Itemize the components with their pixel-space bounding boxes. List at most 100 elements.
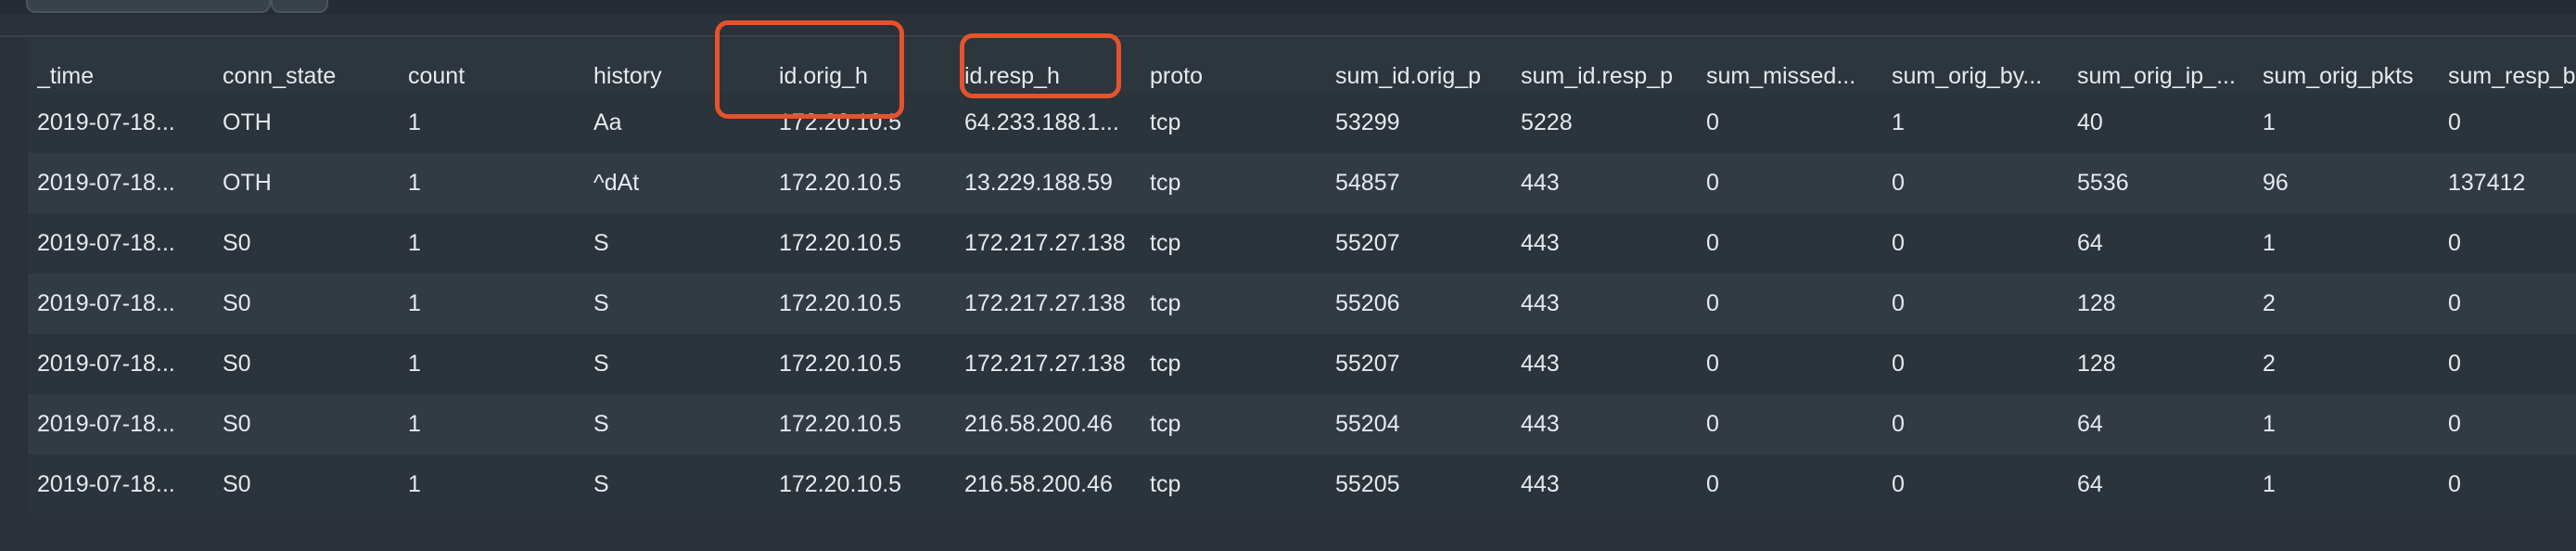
column-header-proto[interactable]: proto xyxy=(1150,37,1326,91)
cell-sum-orig-pkts: 1 xyxy=(2263,109,2276,135)
cell-sum-orig-bytes: 0 xyxy=(1892,290,1905,316)
cell-sum-id-orig-p: 55207 xyxy=(1335,351,1400,377)
cell-sum-id-orig-p: 54857 xyxy=(1335,170,1400,196)
cell-count: 1 xyxy=(408,290,421,316)
cell-id-orig-h: 172.20.10.5 xyxy=(779,230,902,256)
table-row[interactable]: 2019-07-18... S0 1 S 172.20.10.5 172.217… xyxy=(28,213,2576,274)
table-row[interactable]: 2019-07-18... S0 1 S 172.20.10.5 172.217… xyxy=(28,334,2576,394)
toolbar-dropdown-button[interactable] xyxy=(271,0,328,13)
table-row[interactable]: 2019-07-18... S0 1 S 172.20.10.5 216.58.… xyxy=(28,455,2576,515)
cell-sum-missed: 0 xyxy=(1706,230,1719,256)
table-row[interactable]: 2019-07-18... S0 1 S 172.20.10.5 172.217… xyxy=(28,274,2576,334)
cell-id-resp-h: 216.58.200.46 xyxy=(964,471,1113,497)
column-header-sum-orig-ip[interactable]: sum_orig_ip_... xyxy=(2077,37,2253,91)
cell-conn-state: S0 xyxy=(223,230,251,256)
table-footer xyxy=(28,514,2576,551)
highlight-box-id-resp-h xyxy=(960,33,1121,98)
cell-conn-state: S0 xyxy=(223,290,251,316)
cell-sum-orig-pkts: 2 xyxy=(2263,351,2276,377)
cell-sum-missed: 0 xyxy=(1706,411,1719,437)
cell-sum-resp-b: 0 xyxy=(2448,411,2461,437)
column-header-sum-missed[interactable]: sum_missed... xyxy=(1706,37,1882,91)
column-header-time[interactable]: _time xyxy=(37,37,213,91)
cell-sum-id-resp-p: 443 xyxy=(1521,411,1560,437)
column-header-sum-id-orig-p[interactable]: sum_id.orig_p xyxy=(1335,37,1511,91)
cell-id-resp-h: 13.229.188.59 xyxy=(964,170,1113,196)
cell-proto: tcp xyxy=(1150,351,1181,377)
cell-time: 2019-07-18... xyxy=(37,230,175,256)
cell-sum-resp-b: 0 xyxy=(2448,351,2461,377)
cell-sum-id-orig-p: 55205 xyxy=(1335,471,1400,497)
cell-id-orig-h: 172.20.10.5 xyxy=(779,411,902,437)
cell-proto: tcp xyxy=(1150,471,1181,497)
cell-time: 2019-07-18... xyxy=(37,411,175,437)
cell-id-orig-h: 172.20.10.5 xyxy=(779,290,902,316)
cell-sum-id-resp-p: 443 xyxy=(1521,471,1560,497)
cell-id-resp-h: 172.217.27.138 xyxy=(964,230,1126,256)
cell-sum-resp-b: 0 xyxy=(2448,290,2461,316)
column-header-count[interactable]: count xyxy=(408,37,584,91)
column-header-sum-orig-pkts[interactable]: sum_orig_pkts xyxy=(2263,37,2439,91)
cell-sum-orig-pkts: 2 xyxy=(2263,290,2276,316)
cell-history: S xyxy=(593,351,609,377)
cell-proto: tcp xyxy=(1150,411,1181,437)
cell-count: 1 xyxy=(408,471,421,497)
cell-sum-orig-ip: 64 xyxy=(2077,471,2103,497)
cell-history: S xyxy=(593,471,609,497)
cell-sum-orig-ip: 64 xyxy=(2077,230,2103,256)
cell-sum-orig-ip: 64 xyxy=(2077,411,2103,437)
cell-sum-resp-b: 0 xyxy=(2448,109,2461,135)
column-header-sum-orig-bytes[interactable]: sum_orig_by... xyxy=(1892,37,2068,91)
cell-id-orig-h: 172.20.10.5 xyxy=(779,351,902,377)
cell-sum-missed: 0 xyxy=(1706,109,1719,135)
cell-sum-id-resp-p: 443 xyxy=(1521,230,1560,256)
table-header: _time conn_state count history id.orig_h… xyxy=(28,39,2576,93)
cell-proto: tcp xyxy=(1150,230,1181,256)
results-table: _time conn_state count history id.orig_h… xyxy=(28,39,2576,515)
cell-sum-orig-pkts: 1 xyxy=(2263,411,2276,437)
cell-sum-missed: 0 xyxy=(1706,471,1719,497)
cell-sum-orig-pkts: 1 xyxy=(2263,230,2276,256)
cell-count: 1 xyxy=(408,351,421,377)
cell-id-resp-h: 172.217.27.138 xyxy=(964,290,1126,316)
cell-history: S xyxy=(593,290,609,316)
cell-time: 2019-07-18... xyxy=(37,170,175,196)
cell-conn-state: OTH xyxy=(223,109,272,135)
cell-proto: tcp xyxy=(1150,109,1181,135)
cell-sum-id-orig-p: 55206 xyxy=(1335,290,1400,316)
cell-sum-id-orig-p: 55204 xyxy=(1335,411,1400,437)
column-header-sum-resp-b[interactable]: sum_resp_b xyxy=(2448,37,2576,91)
column-header-sum-id-resp-p[interactable]: sum_id.resp_p xyxy=(1521,37,1697,91)
cell-proto: tcp xyxy=(1150,170,1181,196)
cell-count: 1 xyxy=(408,411,421,437)
cell-sum-missed: 0 xyxy=(1706,351,1719,377)
cell-count: 1 xyxy=(408,230,421,256)
cell-conn-state: S0 xyxy=(223,471,251,497)
cell-sum-orig-bytes: 0 xyxy=(1892,170,1905,196)
cell-count: 1 xyxy=(408,170,421,196)
column-header-conn-state[interactable]: conn_state xyxy=(223,37,399,91)
cell-id-resp-h: 64.233.188.1... xyxy=(964,109,1119,135)
table-row[interactable]: 2019-07-18... OTH 1 ^dAt 172.20.10.5 13.… xyxy=(28,153,2576,213)
cell-sum-orig-bytes: 0 xyxy=(1892,351,1905,377)
cell-sum-id-resp-p: 5228 xyxy=(1521,109,1573,135)
cell-sum-id-orig-p: 53299 xyxy=(1335,109,1400,135)
cell-sum-resp-b: 137412 xyxy=(2448,170,2526,196)
cell-time: 2019-07-18... xyxy=(37,290,175,316)
cell-time: 2019-07-18... xyxy=(37,109,175,135)
cell-conn-state: S0 xyxy=(223,411,251,437)
cell-sum-orig-ip: 128 xyxy=(2077,351,2116,377)
toolbar xyxy=(0,0,2576,15)
cell-sum-orig-bytes: 0 xyxy=(1892,230,1905,256)
highlight-box-id-orig-h xyxy=(715,20,904,119)
cell-id-orig-h: 172.20.10.5 xyxy=(779,170,902,196)
cell-sum-id-orig-p: 55207 xyxy=(1335,230,1400,256)
cell-sum-id-resp-p: 443 xyxy=(1521,351,1560,377)
cell-sum-orig-ip: 5536 xyxy=(2077,170,2129,196)
table-row[interactable]: 2019-07-18... S0 1 S 172.20.10.5 216.58.… xyxy=(28,394,2576,455)
cell-sum-id-resp-p: 443 xyxy=(1521,170,1560,196)
cell-time: 2019-07-18... xyxy=(37,351,175,377)
cell-sum-resp-b: 0 xyxy=(2448,230,2461,256)
table-row[interactable]: 2019-07-18... OTH 1 Aa 172.20.10.5 64.23… xyxy=(28,93,2576,153)
toolbar-button[interactable] xyxy=(26,0,271,13)
